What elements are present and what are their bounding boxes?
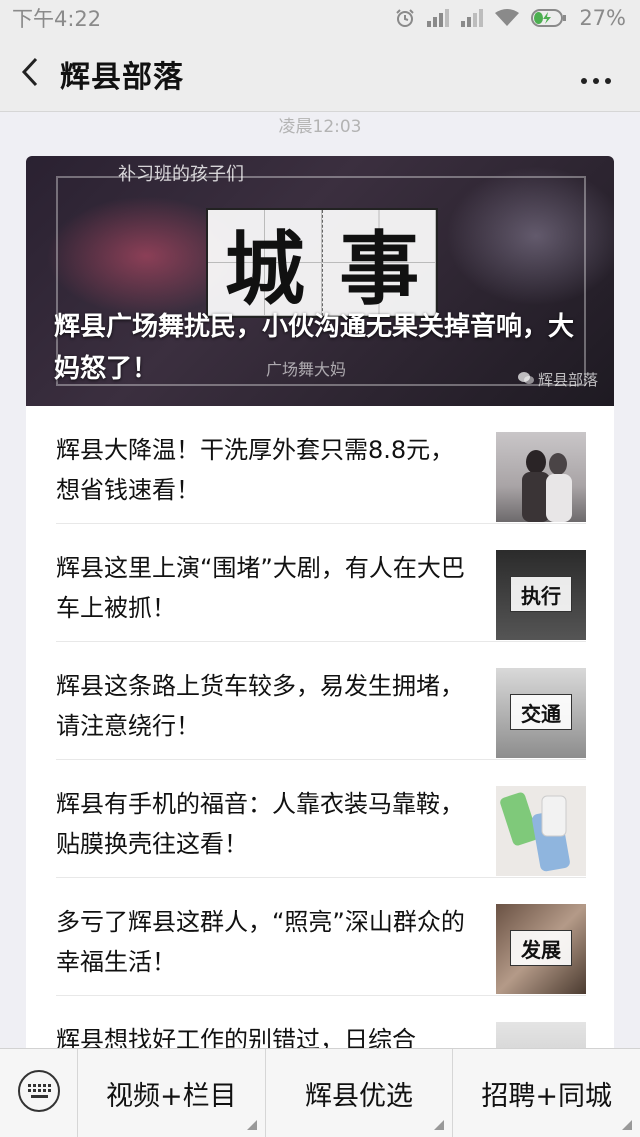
cover-sign-bottom: 广场舞大妈 [266,360,347,379]
submenu-indicator-icon [434,1119,445,1130]
list-item[interactable]: 辉县有手机的福音：人靠衣装马靠鞍，贴膜换壳往这看！ [56,760,586,878]
wechat-icon [517,371,534,389]
back-arrow-icon [20,57,40,91]
article-thumbnail: 发展 [496,904,586,994]
list-item[interactable]: 多亏了辉县这群人，“照亮”深山群众的幸福生活！ 发展 [56,878,586,996]
keyboard-icon [17,1069,61,1117]
alarm-icon [395,8,415,28]
list-item[interactable]: 辉县大降温！干洗厚外套只需8.8元，想省钱速看！ [56,406,586,524]
menu-huixian-select[interactable]: 辉县优选 [266,1048,454,1137]
article-thumbnail: 执行 [496,550,586,640]
city-badge-char: 城 [208,210,323,316]
city-badge: 城 事 [206,208,438,318]
menu-label: 招聘+同城 [481,1080,612,1112]
thumb-label: 执行 [510,576,572,612]
article-title: 辉县这条路上货车较多，易发生拥堵，请注意绕行！ [56,672,464,740]
cover-article[interactable]: 补习班的孩子们 城 事 辉县广场舞扰民，小伙沟通无果关掉音响，大妈怒了！ 广场舞… [26,156,614,406]
city-badge-char: 事 [322,210,436,316]
menu-label: 辉县优选 [305,1080,413,1112]
nav-bar: 辉县部落 [0,36,640,112]
menu-label: 视频+栏目 [106,1080,237,1112]
page-title: 辉县部落 [60,59,184,95]
submenu-indicator-icon [246,1119,257,1130]
message-timestamp: 凌晨12:03 [278,117,362,137]
menu-jobs-local[interactable]: 招聘+同城 [453,1049,640,1137]
battery-percent: 27% [579,6,626,30]
keyboard-button[interactable] [0,1048,78,1137]
article-title: 辉县大降温！干洗厚外套只需8.8元，想省钱速看！ [56,436,455,504]
status-time: 下午4:22 [12,7,102,31]
article-title: 辉县有手机的福音：人靠衣装马靠鞍，贴膜换壳往这看！ [56,790,464,858]
more-button[interactable] [576,56,616,92]
cover-watermark: 辉县部落 [517,369,598,390]
list-item[interactable]: 辉县这里上演“围堵”大剧，有人在大巴车上被抓！ 执行 [56,524,586,642]
submenu-indicator-icon [622,1119,633,1130]
article-thumbnail [496,786,586,876]
list-item[interactable]: 辉县这条路上货车较多，易发生拥堵，请注意绕行！ 交通 [56,642,586,760]
thumb-label: 发展 [510,930,572,966]
thumb-label: 交通 [510,694,572,730]
status-bar: 下午4:22 27% [0,0,640,36]
wifi-icon [495,9,520,27]
signal-icon-2 [461,9,484,27]
watermark-text: 辉县部落 [537,371,598,389]
status-icons: 27% [395,6,626,30]
more-dots-icon [581,57,611,92]
bottom-menu-bar: 视频+栏目 辉县优选 招聘+同城 [0,1048,640,1137]
article-card: 补习班的孩子们 城 事 辉县广场舞扰民，小伙沟通无果关掉音响，大妈怒了！ 广场舞… [26,156,614,1137]
back-button[interactable] [0,36,60,112]
article-title: 辉县这里上演“围堵”大剧，有人在大巴车上被抓！ [56,554,465,622]
article-thumbnail: 交通 [496,668,586,758]
cover-sign-top: 补习班的孩子们 [118,164,244,185]
signal-icon [427,9,450,27]
article-thumbnail [496,432,586,522]
article-title: 多亏了辉县这群人，“照亮”深山群众的幸福生活！ [56,908,465,976]
menu-video-column[interactable]: 视频+栏目 [78,1048,266,1137]
battery-charging-icon [531,9,567,27]
